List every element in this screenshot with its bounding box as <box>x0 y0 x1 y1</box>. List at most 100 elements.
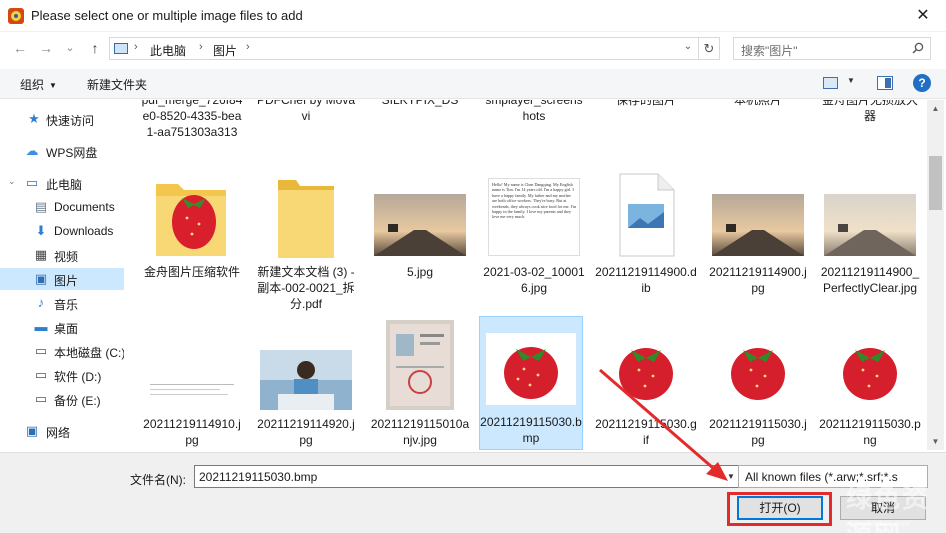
filename-label: 文件名(N): <box>130 473 186 487</box>
file-item[interactable]: 5.jpg <box>369 172 471 302</box>
documents-icon: ▤ <box>34 199 48 214</box>
image-thumbnail <box>486 333 576 405</box>
file-name: 20211219115030.jpg <box>709 417 807 447</box>
file-name: 20211219114900.dib <box>595 265 697 295</box>
desktop-icon: ▬ <box>34 319 48 334</box>
image-thumbnail <box>713 334 803 406</box>
file-name: 金舟图片无损放大器 <box>821 100 918 123</box>
filename-input[interactable] <box>194 465 724 488</box>
scrollbar-thumb[interactable] <box>929 156 942 210</box>
sidebar-item-label: 音乐 <box>54 298 79 312</box>
computer-icon: ▭ <box>25 175 39 190</box>
network-icon: ▣ <box>25 423 39 438</box>
pictures-icon: ▣ <box>34 271 48 286</box>
sidebar-item-label: 本地磁盘 (C:) <box>54 346 124 360</box>
file-name: 新建文本文档 (3) - 副本-002-0021_拆分.pdf <box>257 265 355 311</box>
sidebar-item-desktop[interactable]: ▬ 桌面 <box>0 316 124 338</box>
sidebar-item-this-pc[interactable]: ⌄ ▭ 此电脑 <box>0 172 124 194</box>
sidebar-item-label: 备份 (E:) <box>54 394 101 408</box>
image-thumbnail <box>386 320 454 410</box>
highlight-frame <box>727 492 832 526</box>
file-item[interactable]: 20211219115030.png <box>819 318 921 450</box>
back-icon[interactable]: ← <box>10 38 30 58</box>
search-placeholder: 搜索"图片" <box>741 44 798 58</box>
vertical-scrollbar[interactable]: ▲ ▼ <box>927 100 944 450</box>
file-item[interactable]: pdf_merge_726f84e0-8520-4335-bea1-aa7513… <box>141 100 243 162</box>
sidebar-item-network[interactable]: ▣ 网络 <box>0 420 124 442</box>
scroll-down-icon[interactable]: ▼ <box>927 433 944 450</box>
file-item[interactable]: 20211219115030.jpg <box>707 318 809 450</box>
file-item-selected[interactable]: 20211219115030.bmp <box>479 316 583 450</box>
sidebar-item-label: 视频 <box>54 250 79 264</box>
drive-d-icon: ▭ <box>34 367 48 382</box>
close-button[interactable]: ✕ <box>900 0 946 32</box>
file-item[interactable]: 保存的图片 <box>595 100 697 122</box>
view-dropdown-icon[interactable]: ▼ <box>847 76 855 85</box>
app-icon <box>8 8 24 24</box>
recent-locations-icon[interactable]: ⌄ <box>60 38 80 58</box>
folder-icon <box>278 180 334 258</box>
file-item[interactable]: 20211219115030.gif <box>595 318 697 450</box>
file-item[interactable]: 20211219114910.jpg <box>141 318 243 450</box>
chevron-down-icon[interactable]: ⌄ <box>8 176 16 187</box>
breadcrumb-separator[interactable]: › <box>199 41 203 53</box>
sidebar-item-wps-cloud[interactable]: ☁ WPS网盘 <box>0 140 124 162</box>
help-icon[interactable]: ? <box>913 74 931 92</box>
sidebar-item-quick-access[interactable]: ★ 快速访问 <box>0 108 124 130</box>
file-item[interactable]: 20211219115010anjv.jpg <box>369 318 471 450</box>
image-thumbnail <box>374 194 466 256</box>
file-item[interactable]: Hello! My name is Chen Dangqing. My Engl… <box>483 172 585 302</box>
scroll-up-icon[interactable]: ▲ <box>927 100 944 117</box>
sidebar-item-label: 此电脑 <box>46 178 83 192</box>
sidebar-item-drive-e[interactable]: ▭ 备份 (E:) <box>0 388 124 410</box>
file-name: 5.jpg <box>406 265 434 279</box>
image-thumbnail <box>712 194 804 256</box>
up-icon[interactable]: ↑ <box>85 38 105 58</box>
sidebar-item-pictures[interactable]: ▣ 图片 <box>0 268 124 290</box>
image-thumbnail <box>260 350 352 410</box>
view-mode-icon[interactable] <box>823 77 838 89</box>
address-dropdown-icon[interactable]: ⌄ <box>680 41 696 52</box>
download-icon: ⬇ <box>35 223 47 238</box>
file-item[interactable]: 金舟图片无损放大器 <box>819 100 921 132</box>
file-name: 金舟图片压缩软件 <box>143 265 240 279</box>
star-icon: ★ <box>28 111 40 126</box>
forward-icon[interactable]: → <box>36 38 56 58</box>
refresh-icon[interactable]: ↻ <box>698 38 719 59</box>
organize-menu[interactable]: 组织 ▼ <box>20 76 57 93</box>
file-item[interactable]: 20211219114900.dib <box>595 172 697 302</box>
file-item[interactable]: PDFChef by Movavi <box>255 100 357 132</box>
file-item[interactable]: 金舟图片压缩软件 <box>141 172 243 302</box>
file-name: 20211219115010anjv.jpg <box>370 417 470 447</box>
file-item[interactable]: 20211219114900_PerfectlyClear.jpg <box>819 172 921 312</box>
file-item[interactable]: 20211219114900.jpg <box>707 172 809 302</box>
search-input[interactable]: 搜索"图片" <box>733 37 931 60</box>
address-bar[interactable]: › 此电脑 › 图片 › ⌄ ↻ <box>109 37 720 60</box>
file-name: 本机照片 <box>733 100 782 107</box>
sidebar-item-drive-d[interactable]: ▭ 软件 (D:) <box>0 364 124 386</box>
file-item[interactable]: 新建文本文档 (3) - 副本-002-0021_拆分.pdf <box>255 172 357 312</box>
sidebar-item-drive-c[interactable]: ▭ 本地磁盘 (C:) <box>0 340 124 362</box>
breadcrumb-this-pc[interactable]: 此电脑 <box>150 42 186 59</box>
sidebar-item-videos[interactable]: ▦ 视频 <box>0 244 124 266</box>
sidebar-item-music[interactable]: ♪ 音乐 <box>0 292 124 314</box>
sidebar-item-downloads[interactable]: ⬇ Downloads <box>0 220 124 242</box>
file-item[interactable]: smplayer_screenshots <box>483 100 585 132</box>
file-item[interactable]: 20211219114920.jpg <box>255 318 357 450</box>
sidebar-item-documents[interactable]: ▤ Documents <box>0 196 124 218</box>
file-name: 20211219114900.jpg <box>709 265 807 295</box>
file-name: PDFChef by Movavi <box>256 100 356 123</box>
breadcrumb-separator[interactable]: › <box>246 41 250 53</box>
file-name: 20211219115030.gif <box>595 417 697 447</box>
file-item[interactable]: SILKYPIX_DS <box>369 100 471 122</box>
window-title: Please select one or multiple image file… <box>31 8 303 23</box>
file-name: 2021-03-02_100016.jpg <box>483 265 585 295</box>
preview-pane-icon[interactable] <box>877 76 893 90</box>
search-icon <box>912 42 924 54</box>
file-list: pdf_merge_726f84e0-8520-4335-bea1-aa7513… <box>129 100 927 450</box>
breadcrumb-pictures[interactable]: 图片 <box>213 42 237 59</box>
file-name: SILKYPIX_DS <box>381 100 459 107</box>
new-folder-button[interactable]: 新建文件夹 <box>87 76 147 93</box>
breadcrumb-separator[interactable]: › <box>134 41 138 53</box>
file-item[interactable]: 本机照片 <box>707 100 809 122</box>
